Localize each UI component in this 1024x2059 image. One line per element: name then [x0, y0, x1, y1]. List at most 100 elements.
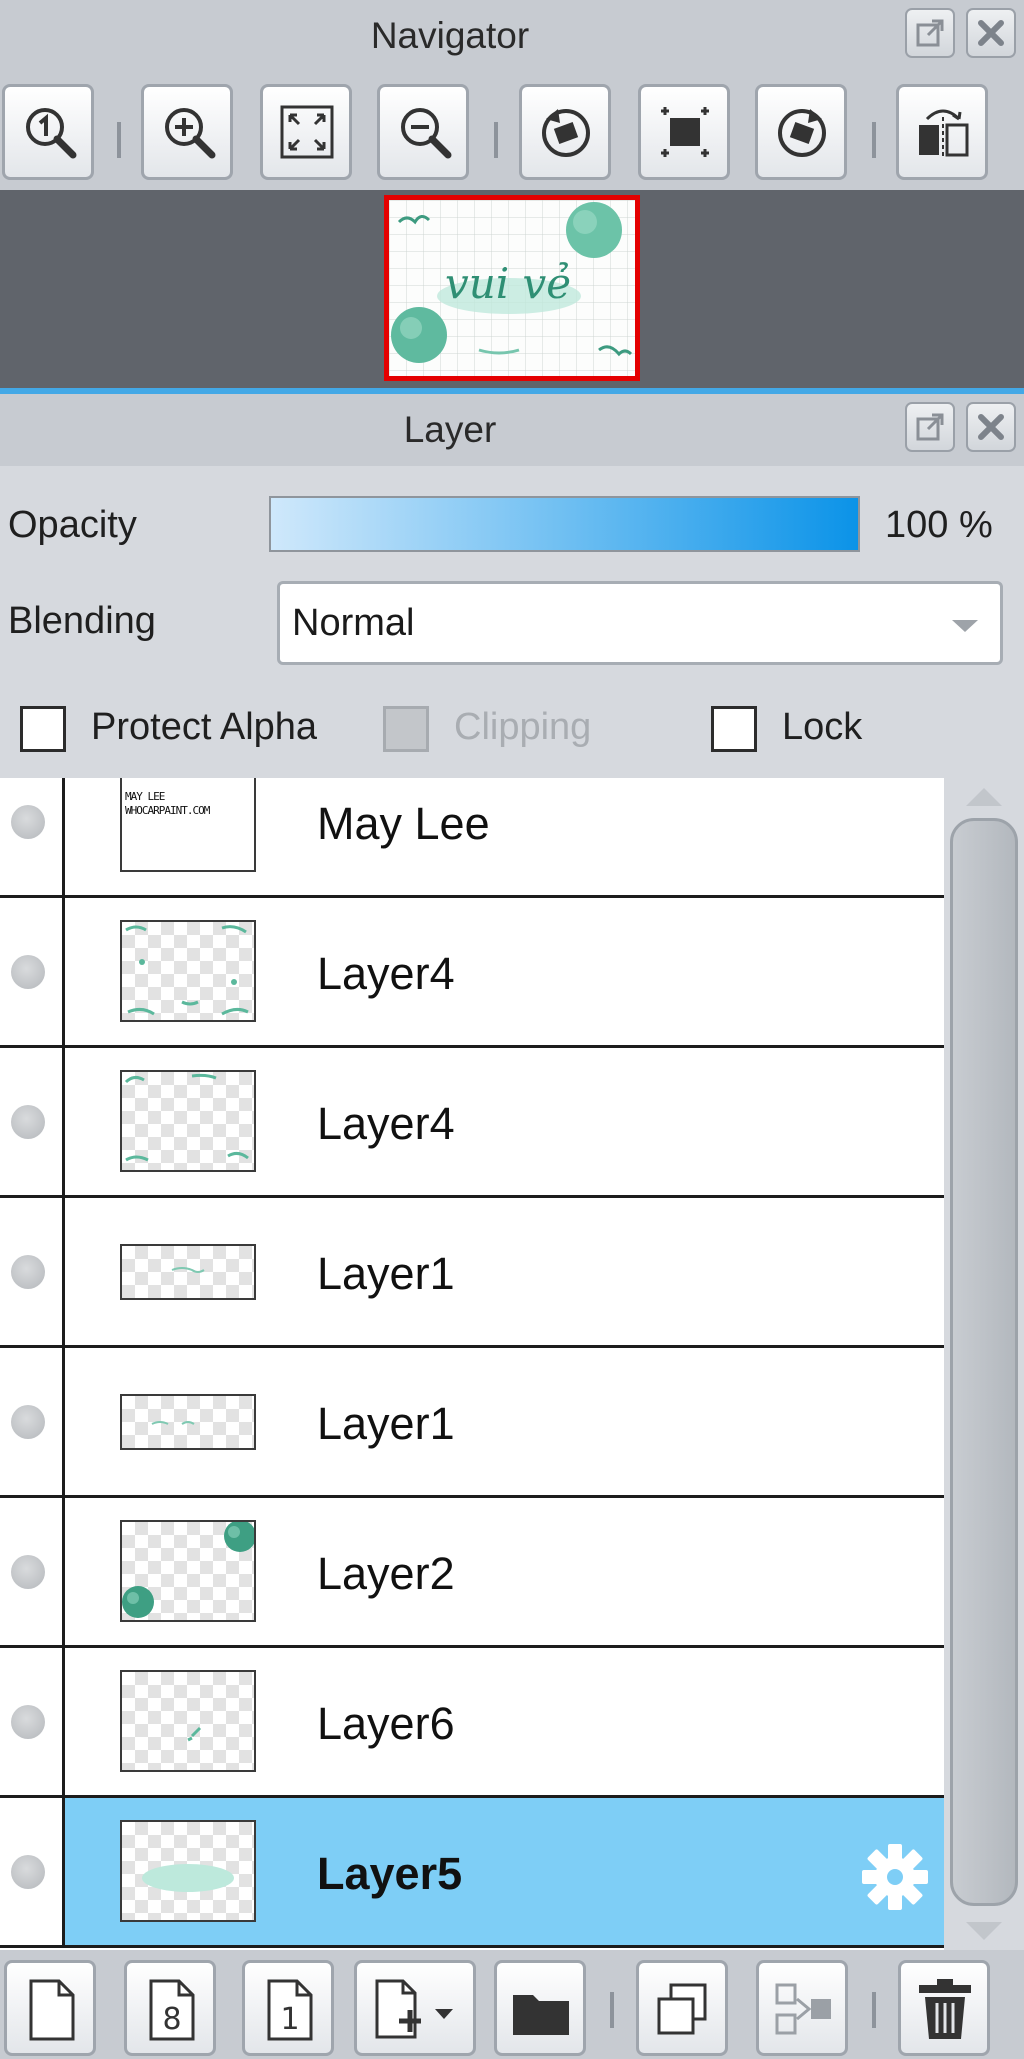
actual-size-button[interactable] [2, 84, 94, 180]
scrollbar-thumb[interactable] [950, 818, 1018, 1906]
toolbar-separator [610, 1992, 614, 2028]
merge-down-button[interactable] [756, 1960, 848, 2056]
rotate-right-icon [778, 109, 826, 157]
lock-checkbox[interactable] [711, 706, 757, 752]
layer-visibility-toggle[interactable] [0, 1198, 65, 1345]
layer-row[interactable]: Layer4 [0, 898, 944, 1048]
layer-row[interactable]: Layer6 [0, 1648, 944, 1798]
scroll-down-arrow-icon[interactable] [966, 1922, 1002, 1940]
thumbnail-text: MAY LEE WHOCARPAINT.COM [125, 790, 210, 817]
close-icon [978, 414, 1004, 440]
layer-list-scrollbar[interactable] [944, 778, 1024, 1950]
layer-visibility-toggle[interactable] [0, 1648, 65, 1795]
layer-thumbnail: MAY LEE WHOCARPAINT.COM [120, 778, 256, 872]
layer-visibility-toggle[interactable] [0, 1498, 65, 1645]
layer-name: Layer1 [317, 1248, 455, 1299]
layer-properties: Opacity 100 % Blending Normal Protect Al… [0, 466, 1024, 778]
layer-row-selected[interactable]: Layer5 [0, 1798, 944, 1948]
new-layer-button[interactable] [4, 1960, 96, 2056]
layer-row[interactable]: Layer1 [0, 1198, 944, 1348]
layer-row[interactable]: Layer1 [0, 1348, 944, 1498]
toolbar-separator [872, 1992, 876, 2028]
opacity-label: Opacity [8, 504, 137, 546]
lock-label: Lock [782, 706, 863, 748]
scroll-up-arrow-icon[interactable] [966, 788, 1002, 806]
close-navigator-button[interactable] [966, 8, 1016, 58]
blending-value: Normal [292, 602, 415, 644]
blending-select[interactable]: Normal [277, 581, 1003, 665]
close-layer-panel-button[interactable] [966, 402, 1016, 452]
layer-thumbnail [120, 920, 256, 1022]
layer-name: Layer1 [317, 1398, 455, 1449]
layer-name: Layer4 [317, 1098, 455, 1149]
chevron-down-icon [952, 620, 978, 632]
flip-horizontal-button[interactable] [896, 84, 988, 180]
layer-row[interactable]: MAY LEE WHOCARPAINT.COM May Lee [0, 778, 944, 898]
undock-navigator-button[interactable] [905, 8, 955, 58]
visibility-dot-icon [11, 1555, 45, 1589]
layer-visibility-toggle[interactable] [0, 1048, 65, 1195]
page-8-icon: 8 [149, 1979, 195, 2041]
layer-thumbnail [120, 1520, 256, 1622]
layer-visibility-toggle[interactable] [0, 1348, 65, 1495]
layer-row[interactable]: Layer2 [0, 1498, 944, 1648]
rotate-right-button[interactable] [755, 84, 847, 180]
visibility-dot-icon [11, 805, 45, 839]
layer-row[interactable]: Layer4 [0, 1048, 944, 1198]
protect-alpha-label: Protect Alpha [91, 706, 318, 748]
layer-panel-title: Layer [403, 409, 497, 450]
page-1-icon: 1 [267, 1979, 313, 2041]
zoom-one-icon [26, 108, 77, 159]
navigator-toolbar [0, 72, 1024, 190]
visibility-dot-icon [11, 1255, 45, 1289]
visibility-dot-icon [11, 1855, 45, 1889]
toolbar-separator [494, 122, 498, 158]
reset-rotation-button[interactable] [638, 84, 730, 180]
zoom-in-button[interactable] [141, 84, 233, 180]
visibility-dot-icon [11, 1705, 45, 1739]
layer-thumbnail-art [124, 1073, 249, 1162]
folder-icon [513, 1995, 569, 2035]
merge-icon [775, 1983, 831, 2035]
new-8bit-layer-button[interactable]: 8 [124, 1960, 216, 2056]
layer-thumbnail [120, 1244, 256, 1300]
rotate-left-button[interactable] [519, 84, 611, 180]
svg-text:8: 8 [162, 2002, 181, 2037]
undock-layer-button[interactable] [905, 402, 955, 452]
layer-name: Layer6 [317, 1698, 455, 1749]
navigator-view-frame[interactable]: vui vẻ [384, 195, 640, 381]
layer-name: Layer2 [317, 1548, 455, 1599]
toolbar-separator [117, 122, 121, 158]
layer-name: Layer5 [317, 1848, 463, 1899]
rotate-left-icon [542, 109, 590, 157]
delete-layer-button[interactable] [898, 1960, 990, 2056]
toolbar-separator [872, 122, 876, 158]
layer-thumbnail-art [142, 1864, 234, 1892]
add-layer-menu-button[interactable] [354, 1960, 476, 2056]
layer-thumbnail [120, 1394, 256, 1450]
new-1bit-layer-button[interactable]: 1 [242, 1960, 334, 2056]
layer-visibility-toggle[interactable] [0, 1798, 65, 1945]
new-folder-button[interactable] [494, 1960, 586, 2056]
navigator-title: Navigator [370, 15, 530, 56]
duplicate-layer-button[interactable] [636, 1960, 728, 2056]
layer-toolbar: 8 1 [0, 1950, 1024, 2059]
layer-visibility-toggle[interactable] [0, 778, 65, 895]
layer-thumbnail-art [125, 925, 249, 1016]
flip-icon [919, 109, 969, 159]
layer-thumbnail-art [151, 1421, 195, 1425]
layer-thumbnail [120, 1670, 256, 1772]
zoom-out-button[interactable] [377, 84, 469, 180]
fit-to-window-button[interactable] [260, 84, 352, 180]
layer-name: May Lee [317, 798, 490, 849]
layer-settings-gear-icon[interactable] [860, 1842, 930, 1912]
layer-thumbnail [120, 1820, 256, 1922]
protect-alpha-checkbox[interactable] [20, 706, 66, 752]
opacity-slider[interactable] [269, 496, 860, 552]
navigator-panel-header: Navigator [0, 0, 1024, 72]
layer-visibility-toggle[interactable] [0, 898, 65, 1045]
add-page-dropdown-icon [375, 1979, 453, 2039]
navigator-preview-area[interactable]: vui vẻ [0, 190, 1024, 388]
layer-name: Layer4 [317, 948, 455, 999]
layer-thumbnail-art [171, 1267, 205, 1273]
